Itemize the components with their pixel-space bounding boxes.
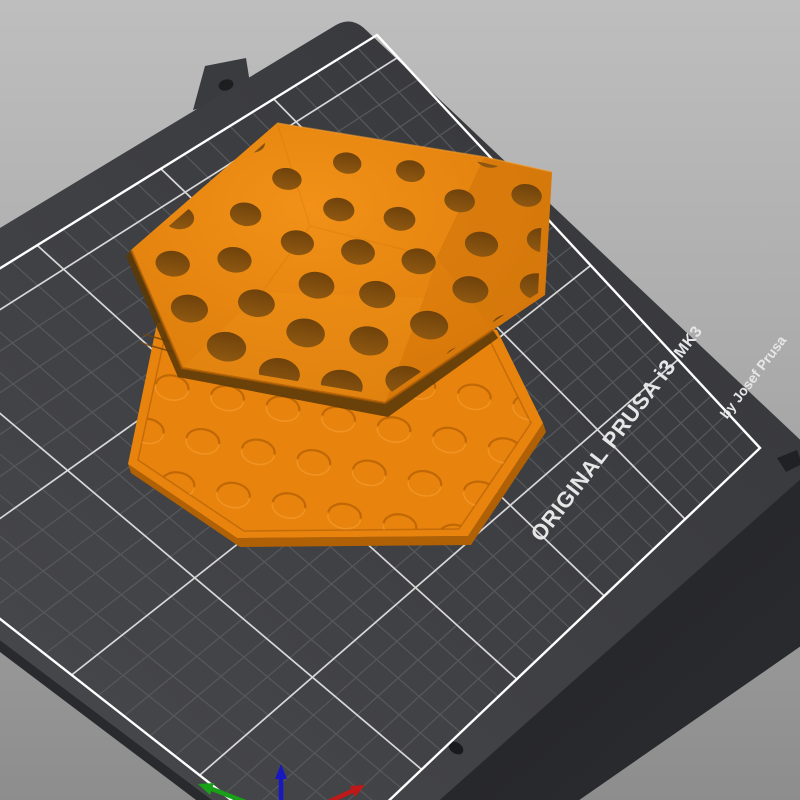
slicer-3d-viewport[interactable]: ORIGINAL PRUSA i3 MK3 by Josef Prusa <box>0 0 800 800</box>
scene-canvas[interactable]: ORIGINAL PRUSA i3 MK3 by Josef Prusa <box>0 0 800 800</box>
